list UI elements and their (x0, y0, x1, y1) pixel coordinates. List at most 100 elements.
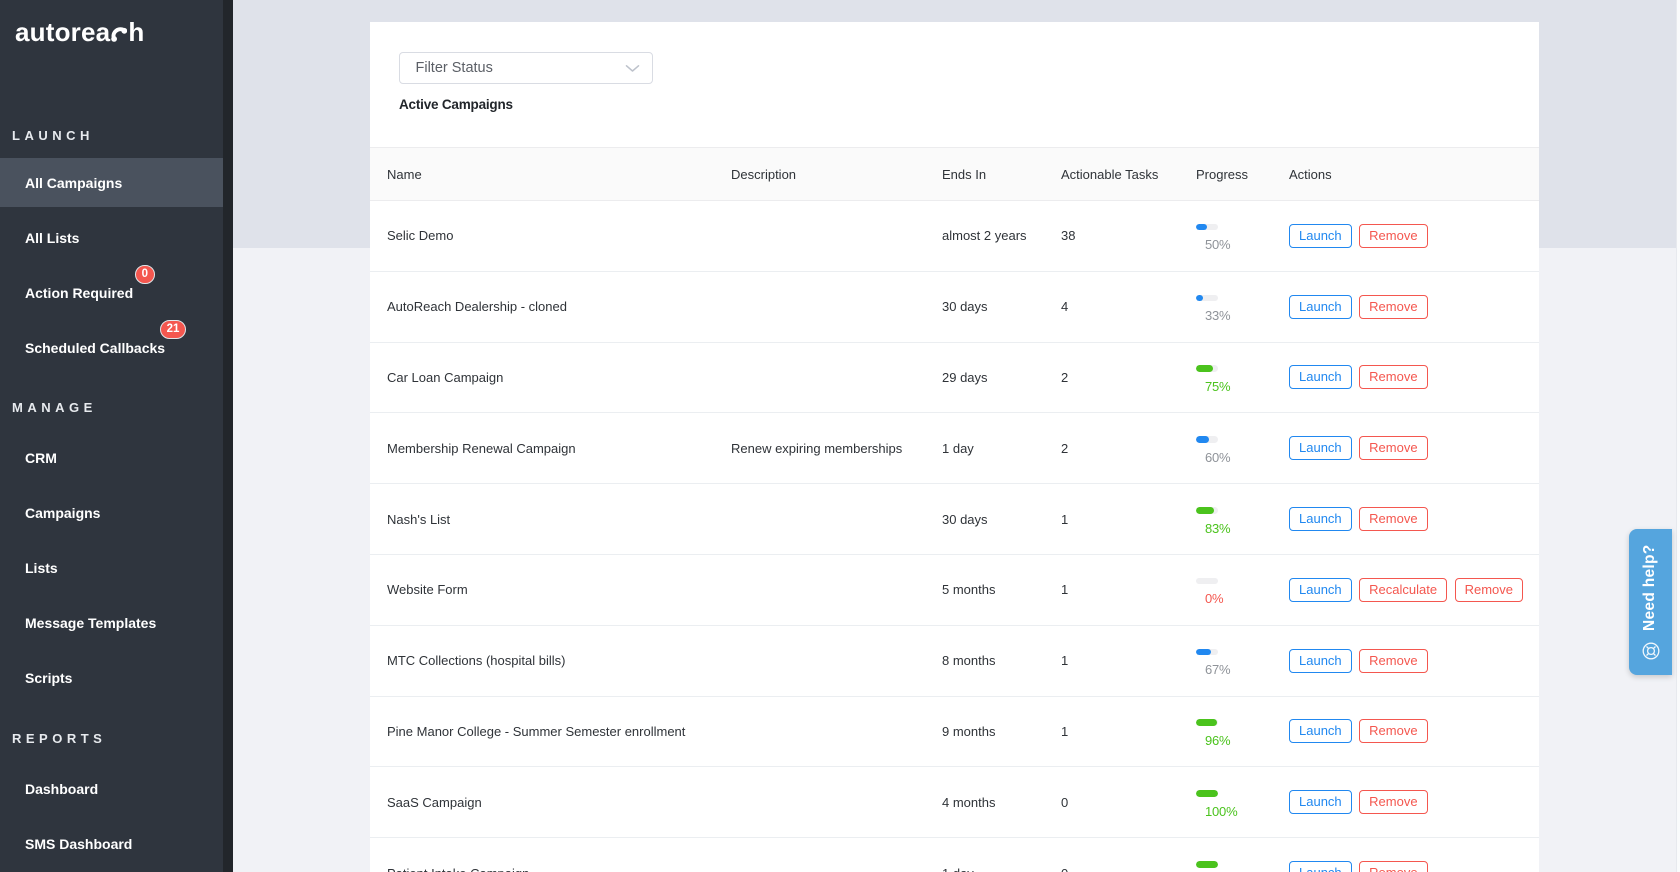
filter-status-select[interactable]: Filter Status (399, 52, 653, 84)
sidebar-item-scripts[interactable]: Scripts (0, 653, 223, 702)
table-row: AutoReach Dealership - cloned 30 days 4 … (370, 271, 1539, 343)
launch-button[interactable]: Launch (1289, 365, 1352, 390)
table-row: Pine Manor College - Summer Semester enr… (370, 696, 1539, 768)
sidebar-item-label: Action Required 0 (25, 264, 155, 301)
sidebar-item-message-templates[interactable]: Message Templates (0, 598, 223, 647)
campaigns-table: Name Description Ends In Actionable Task… (370, 147, 1539, 872)
cell-actions: Launch Remove (1282, 223, 1539, 248)
launch-button[interactable]: Launch (1289, 790, 1352, 815)
progress-fill (1196, 436, 1210, 443)
remove-button[interactable]: Remove (1359, 294, 1428, 319)
remove-button[interactable]: Remove (1359, 507, 1428, 532)
cell-actionable-tasks: 1 (1061, 723, 1069, 739)
cell-actionable-tasks: 2 (1061, 440, 1069, 456)
cell-actions: Launch Remove (1282, 365, 1539, 390)
cell-ends-in: almost 2 years (942, 228, 1027, 244)
progress-track (1196, 436, 1218, 443)
sidebar-item-label: Campaigns (25, 504, 101, 521)
remove-button[interactable]: Remove (1359, 223, 1428, 248)
campaigns-card: Filter Status Active Campaigns Name Desc… (370, 22, 1539, 872)
cell-ends-in: 30 days (942, 299, 988, 315)
sidebar: autorea h LAUNCH All Campaigns All Lists… (0, 0, 233, 872)
sidebar-item-label: SMS Dashboard (25, 835, 133, 852)
remove-button[interactable]: Remove (1454, 577, 1524, 602)
cell-actionable-tasks: 1 (1061, 653, 1069, 669)
sidebar-item-label: All Campaigns (25, 174, 123, 191)
launch-button[interactable]: Launch (1289, 577, 1352, 602)
launch-button[interactable]: Launch (1289, 861, 1352, 872)
launch-button[interactable]: Launch (1289, 436, 1352, 461)
sidebar-nav: LAUNCH All Campaigns All Lists Action Re… (0, 129, 223, 872)
cell-name: Pine Manor College - Summer Semester enr… (387, 723, 686, 739)
sidebar-item-dashboard[interactable]: Dashboard (0, 764, 223, 813)
nav-section-manage: MANAGE CRM Campaigns Lists Message Templ… (0, 401, 223, 702)
column-header-ends-in: Ends In (942, 166, 987, 182)
launch-button[interactable]: Launch (1289, 719, 1352, 744)
progress-percent: 100% (1205, 803, 1238, 819)
cell-name: Car Loan Campaign (387, 369, 504, 385)
progress-indicator: 83% (1196, 499, 1282, 539)
sidebar-item-sms-dashboard[interactable]: SMS Dashboard (0, 819, 223, 868)
autoreach-logo: autorea h (15, 17, 144, 47)
sidebar-item-all-lists[interactable]: All Lists (0, 213, 223, 262)
column-header-actions: Actions (1289, 166, 1332, 182)
remove-button[interactable]: Remove (1359, 436, 1428, 461)
launch-button[interactable]: Launch (1289, 223, 1352, 248)
cell-name: SaaS Campaign (387, 794, 482, 810)
cell-ends-in: 9 months (942, 723, 996, 739)
sidebar-item-crm[interactable]: CRM (0, 433, 223, 482)
progress-fill (1196, 223, 1207, 231)
sidebar-item-label: Message Templates (25, 614, 157, 631)
need-help-label: Need help? (1641, 544, 1658, 631)
remove-button[interactable]: Remove (1359, 861, 1428, 872)
progress-indicator: 75% (1196, 357, 1282, 397)
progress-percent: 75% (1205, 378, 1231, 394)
cell-actionable-tasks: 0 (1061, 866, 1196, 872)
sidebar-item-label: Dashboard (25, 780, 99, 797)
recalculate-button[interactable]: Recalculate (1359, 577, 1448, 602)
cell-ends-in: 5 months (942, 582, 996, 598)
cell-ends-in: 29 days (942, 369, 988, 385)
nav-section-title-launch: LAUNCH (12, 128, 94, 143)
progress-indicator: 96% (1196, 711, 1282, 751)
cell-actions: Launch Remove (1282, 719, 1539, 744)
column-header-progress: Progress (1196, 166, 1249, 182)
progress-track (1196, 648, 1218, 656)
progress-percent: 33% (1205, 308, 1231, 324)
cell-actionable-tasks: 0 (1061, 794, 1069, 810)
cell-actionable-tasks: 4 (1061, 299, 1069, 315)
sidebar-item-all-campaigns[interactable]: All Campaigns (0, 158, 223, 207)
cell-progress: 0% (1196, 570, 1282, 610)
sidebar-scrollbar[interactable] (223, 0, 233, 872)
sidebar-item-lists[interactable]: Lists (0, 543, 223, 592)
progress-indicator: 100% (1196, 782, 1282, 822)
remove-button[interactable]: Remove (1359, 719, 1428, 744)
sidebar-item-action-required[interactable]: Action Required 0 (0, 264, 223, 317)
launch-button[interactable]: Launch (1289, 648, 1352, 673)
sidebar-item-label: CRM (25, 449, 57, 466)
progress-indicator: 0% (1196, 570, 1282, 610)
table-row: Selic Demo almost 2 years 38 50% Launch R… (370, 201, 1539, 272)
cell-ends-in: 1 day (942, 866, 1061, 872)
table-row: MTC Collections (hospital bills) 8 month… (370, 625, 1539, 697)
need-help-tab[interactable]: Need help? (1629, 529, 1672, 675)
cell-name: Patient Intake Campaign (370, 866, 731, 872)
column-header-actionable-tasks: Actionable Tasks (1061, 166, 1159, 182)
sidebar-item-label: Lists (25, 559, 58, 576)
remove-button[interactable]: Remove (1359, 790, 1428, 815)
page-scrollbar[interactable] (1676, 0, 1680, 872)
column-header-name: Name (387, 166, 422, 182)
table-row: Patient Intake Campaign 1 day 0 100% Lau… (370, 838, 1539, 872)
launch-button[interactable]: Launch (1289, 507, 1352, 532)
cell-actionable-tasks: 2 (1061, 369, 1069, 385)
cell-progress: 96% (1196, 711, 1282, 751)
progress-track (1196, 577, 1218, 585)
nav-section-title-manage: MANAGE (12, 400, 97, 415)
progress-track (1196, 790, 1218, 797)
sidebar-item-campaigns[interactable]: Campaigns (0, 488, 223, 537)
nav-section-launch: LAUNCH All Campaigns All Lists Action Re… (0, 129, 223, 372)
launch-button[interactable]: Launch (1289, 294, 1352, 319)
remove-button[interactable]: Remove (1359, 648, 1428, 673)
remove-button[interactable]: Remove (1359, 365, 1428, 390)
sidebar-item-scheduled-callbacks[interactable]: Scheduled Callbacks 21 (0, 319, 223, 372)
